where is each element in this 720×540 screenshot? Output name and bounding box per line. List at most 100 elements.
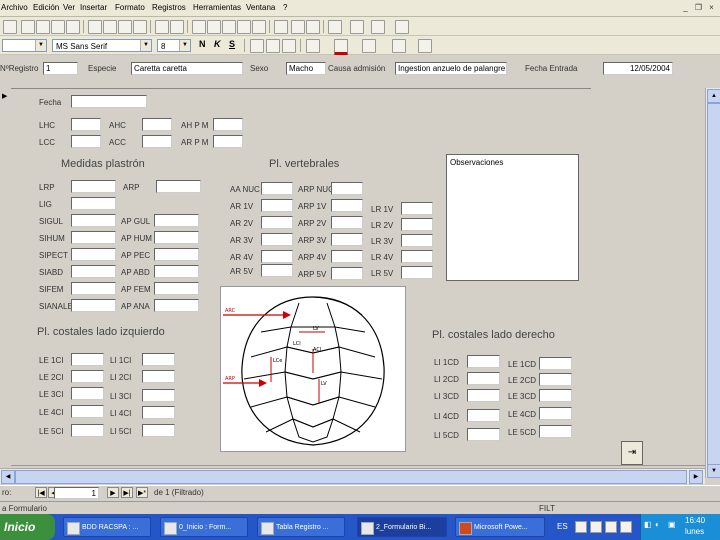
undo-icon[interactable] — [155, 20, 169, 34]
lcc-field[interactable] — [71, 135, 101, 148]
plastron-field[interactable] — [154, 214, 199, 227]
sort-desc-icon[interactable] — [207, 20, 221, 34]
menu-herramientas[interactable]: Herramientas — [193, 3, 241, 12]
scroll-up-icon[interactable]: ▲ — [707, 89, 720, 103]
costal-field[interactable] — [539, 389, 572, 402]
menu-registros[interactable]: Registros — [152, 3, 186, 12]
menu-archivo[interactable]: Archivo — [1, 3, 28, 12]
close-icon[interactable]: × — [707, 3, 716, 12]
plastron-field[interactable] — [71, 265, 116, 278]
italic-button[interactable]: K — [214, 39, 221, 49]
costal-field[interactable] — [467, 355, 500, 368]
cut-icon[interactable] — [88, 20, 102, 34]
costal-field[interactable] — [71, 353, 104, 366]
costal-field[interactable] — [142, 370, 175, 383]
vertebral-field[interactable] — [401, 250, 433, 263]
costal-field[interactable] — [71, 387, 104, 400]
task-tabla[interactable]: Tabla Registro ... — [257, 517, 345, 537]
ahc-field[interactable] — [142, 118, 172, 131]
vertical-scrollbar[interactable]: ▲ ▼ — [705, 88, 720, 478]
costal-field[interactable] — [71, 370, 104, 383]
plastron-field[interactable] — [71, 214, 116, 227]
save-icon[interactable] — [21, 20, 35, 34]
border-width-icon[interactable] — [392, 39, 406, 53]
horizontal-scrollbar[interactable]: ◀ ▶ — [0, 468, 705, 484]
scroll-right-icon[interactable]: ▶ — [689, 470, 703, 484]
vertebral-field[interactable] — [261, 233, 293, 246]
bold-button[interactable]: N — [199, 39, 206, 49]
vertebral-field[interactable] — [261, 199, 293, 212]
task-bdd[interactable]: BDD RACSPA : ... — [63, 517, 151, 537]
find-icon[interactable] — [274, 20, 288, 34]
first-record-icon[interactable]: |◀ — [35, 487, 47, 498]
restore-icon[interactable]: ❐ — [694, 3, 703, 12]
tray-app-icon[interactable] — [605, 521, 617, 533]
vertebral-field[interactable] — [331, 216, 363, 229]
exit-form-button[interactable]: ⇥ — [621, 441, 643, 465]
volume-icon[interactable]: ◐ — [655, 520, 660, 529]
plastron-field[interactable] — [71, 197, 116, 210]
costal-field[interactable] — [467, 428, 500, 441]
vertebral-field[interactable] — [261, 264, 293, 277]
filter-selection-icon[interactable] — [222, 20, 236, 34]
lhc-field[interactable] — [71, 118, 101, 131]
spelling-icon[interactable] — [66, 20, 80, 34]
apply-filter-icon[interactable] — [252, 20, 266, 34]
costal-field[interactable] — [467, 389, 500, 402]
plastron-field[interactable] — [71, 231, 116, 244]
vertebral-field[interactable] — [261, 250, 293, 263]
ar-pm-field[interactable] — [213, 135, 243, 148]
scroll-thumb[interactable] — [707, 103, 720, 465]
tray-app-icon[interactable] — [620, 521, 632, 533]
plastron-field[interactable] — [71, 248, 116, 261]
hyperlink-icon[interactable] — [170, 20, 184, 34]
next-record-icon[interactable]: ▶ — [107, 487, 119, 498]
vertebral-field[interactable] — [261, 216, 293, 229]
plastron-field[interactable] — [71, 180, 116, 193]
plastron-field[interactable] — [156, 180, 201, 193]
ah-pm-field[interactable] — [213, 118, 243, 131]
filter-form-icon[interactable] — [237, 20, 251, 34]
costal-field[interactable] — [539, 357, 572, 370]
menu-help[interactable]: ? — [283, 3, 287, 12]
tray-icon[interactable]: ◧ — [644, 520, 652, 529]
task-inicio[interactable]: 0_Inicio : Form... — [160, 517, 248, 537]
task-formulario[interactable]: 2_Formulario Bi... — [357, 517, 447, 537]
h-scroll-thumb[interactable] — [15, 470, 687, 484]
fill-color-icon[interactable] — [306, 39, 320, 53]
font-combo[interactable]: MS Sans Serif ▼ — [52, 39, 152, 52]
new-record-icon[interactable] — [291, 20, 305, 34]
menu-formato[interactable]: Formato — [115, 3, 145, 12]
scroll-down-icon[interactable]: ▼ — [707, 464, 720, 478]
align-right-icon[interactable] — [282, 39, 296, 53]
costal-field[interactable] — [539, 373, 572, 386]
costal-field[interactable] — [71, 424, 104, 437]
scroll-left-icon[interactable]: ◀ — [1, 470, 15, 484]
copy-icon[interactable] — [103, 20, 117, 34]
plastron-field[interactable] — [71, 282, 116, 295]
properties-icon[interactable] — [328, 20, 342, 34]
tray-app-icon[interactable] — [590, 521, 602, 533]
causa-field[interactable]: Ingestion anzuelo de palangre — [395, 62, 507, 75]
vertebral-field[interactable] — [331, 250, 363, 263]
fecha-field[interactable] — [71, 95, 147, 108]
costal-field[interactable] — [142, 424, 175, 437]
vertebral-field[interactable] — [401, 202, 433, 215]
font-size-combo[interactable]: 8 ▼ — [157, 39, 191, 52]
costal-field[interactable] — [142, 353, 175, 366]
language-indicator[interactable]: ES — [557, 522, 568, 531]
plastron-field[interactable] — [154, 299, 199, 312]
menu-ver[interactable]: Ver — [63, 3, 75, 12]
special-effect-icon[interactable] — [418, 39, 432, 53]
sort-asc-icon[interactable] — [192, 20, 206, 34]
plastron-field[interactable] — [154, 231, 199, 244]
preview-icon[interactable] — [51, 20, 65, 34]
observaciones-box[interactable]: Observaciones — [446, 154, 579, 281]
database-window-icon[interactable] — [350, 20, 364, 34]
vertebral-field[interactable] — [261, 182, 293, 195]
registro-field[interactable]: 1 — [43, 62, 78, 75]
clock-time[interactable]: 16:40 — [685, 516, 705, 525]
costal-field[interactable] — [539, 425, 572, 438]
delete-record-icon[interactable] — [306, 20, 320, 34]
costal-field[interactable] — [71, 405, 104, 418]
